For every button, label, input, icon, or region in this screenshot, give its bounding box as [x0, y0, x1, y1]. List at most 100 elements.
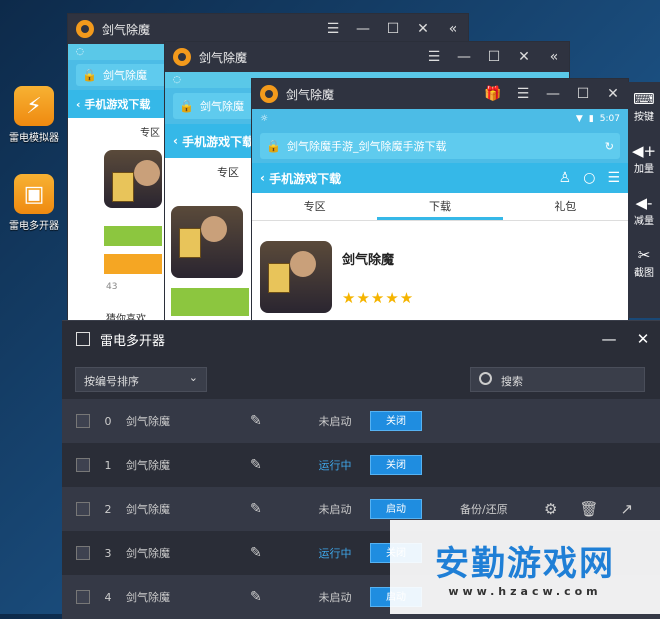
sidebar-item-label: 按键: [634, 112, 654, 123]
search-icon[interactable]: ○: [583, 170, 595, 186]
emulator-window-3[interactable]: 剑气除魔 🎁 ☰ — ☐ ✕ ☼ ▼ ▮ 5:07 🔒 剑气除魔手游_剑气除魔手游下载 ↻ ‹ 手…: [251, 78, 629, 322]
minimize-icon[interactable]: —: [592, 330, 626, 348]
row-checkbox[interactable]: [76, 502, 90, 516]
tab-zone[interactable]: 专区: [252, 193, 377, 220]
address-text[interactable]: 剑气除魔: [200, 98, 244, 114]
minimize-icon[interactable]: —: [449, 49, 479, 65]
action-bar-orange[interactable]: [104, 254, 162, 274]
game-cover[interactable]: [104, 150, 162, 208]
collapse-icon[interactable]: «: [539, 49, 569, 65]
panel-title: 雷电多开器: [100, 333, 166, 349]
back-icon[interactable]: ‹: [260, 171, 269, 185]
user-icon[interactable]: ♙: [559, 170, 572, 186]
collapse-icon[interactable]: «: [438, 21, 468, 37]
window-title: 剑气除魔: [102, 22, 151, 37]
minimize-icon[interactable]: —: [348, 21, 378, 37]
wifi-icon: ▼: [575, 114, 583, 124]
watermark-title: 安勤游戏网: [435, 544, 615, 584]
edit-icon[interactable]: ✎: [250, 413, 300, 429]
gift-icon[interactable]: 🎁: [478, 86, 508, 102]
game-name: 剑气除魔: [342, 253, 395, 268]
delete-icon[interactable]: 🗑: [579, 500, 598, 518]
clock: 5:07: [599, 114, 620, 124]
tab-download[interactable]: 下载: [377, 193, 503, 220]
maximize-icon[interactable]: ☐: [378, 21, 408, 37]
sidebar-item-screenshot[interactable]: ✂ 截图: [628, 238, 660, 290]
menu-icon[interactable]: ☰: [419, 49, 449, 65]
edit-icon[interactable]: ✎: [250, 589, 300, 605]
app-logo-icon: [173, 48, 191, 66]
ld-emulator-icon: ⚡: [14, 86, 54, 126]
maximize-icon[interactable]: ☐: [568, 86, 598, 102]
tab-gift[interactable]: 礼包: [503, 193, 628, 220]
shortcut-icon[interactable]: ↗: [621, 500, 634, 518]
rating-stars: ★★★★★: [342, 289, 415, 307]
game-cover[interactable]: [260, 241, 332, 313]
desktop-icon-ld-multi[interactable]: ▣ 雷电多开器: [4, 174, 64, 232]
toggle-button[interactable]: 启动: [370, 499, 422, 519]
instance-index: 0: [104, 414, 112, 428]
instance-name: 剑气除魔: [126, 503, 170, 516]
scissors-icon: ✂: [637, 246, 651, 264]
row-checkbox[interactable]: [76, 458, 90, 472]
instance-status: 运行中: [318, 459, 352, 472]
sort-label: 按编号排序: [84, 375, 139, 388]
instance-name: 剑气除魔: [126, 547, 170, 560]
instance-status: 未启动: [318, 415, 352, 428]
back-icon[interactable]: ‹: [173, 134, 182, 148]
refresh-icon[interactable]: ↻: [605, 140, 614, 153]
edit-icon[interactable]: ✎: [250, 545, 300, 561]
volume-down-icon: ◀-: [635, 194, 653, 212]
edit-icon[interactable]: ✎: [250, 457, 300, 473]
toggle-button[interactable]: 关闭: [370, 455, 422, 475]
chevron-down-icon: ⌄: [188, 371, 198, 384]
close-icon[interactable]: ✕: [626, 330, 660, 348]
sidebar-item-label: 加量: [634, 164, 654, 175]
edit-icon[interactable]: ✎: [250, 501, 300, 517]
sidebar-item-volume-down[interactable]: ◀- 减量: [628, 186, 660, 238]
keyboard-icon: ⌨: [633, 90, 655, 108]
add-instance-icon[interactable]: [76, 332, 90, 346]
row-checkbox[interactable]: [76, 546, 90, 560]
ld-multi-icon: ▣: [14, 174, 54, 214]
app-logo-icon: [260, 85, 278, 103]
desktop-icon-ld-emulator[interactable]: ⚡ 雷电模拟器: [4, 86, 64, 144]
battery-icon: ▮: [588, 114, 594, 124]
row-checkbox[interactable]: [76, 590, 90, 604]
like-count: 43: [106, 282, 118, 292]
menu-icon[interactable]: ☰: [318, 21, 348, 37]
action-bar-green[interactable]: [104, 226, 162, 246]
instance-name: 剑气除魔: [126, 591, 170, 604]
list-icon[interactable]: ☰: [607, 170, 620, 186]
instance-status: 运行中: [318, 547, 352, 560]
sidebar-item-keymap[interactable]: ⌨ 按键: [628, 82, 660, 134]
backup-restore-link[interactable]: 备份/还原: [460, 501, 520, 517]
close-icon[interactable]: ✕: [408, 21, 438, 37]
row-checkbox[interactable]: [76, 414, 90, 428]
action-bar-green[interactable]: [171, 288, 249, 316]
instance-index: 1: [104, 458, 112, 472]
emulator-sidebar: ⌨ 按键 ◀+ 加量 ◀- 减量 ✂ 截图: [628, 82, 660, 318]
address-input[interactable]: 剑气除魔手游_剑气除魔手游下载: [287, 138, 447, 154]
search-input[interactable]: 搜索: [470, 367, 645, 392]
watermark-url: www.hzacw.com: [448, 585, 602, 598]
settings-icon[interactable]: ⚙: [544, 500, 557, 518]
close-icon[interactable]: ✕: [509, 49, 539, 65]
menu-icon[interactable]: ☰: [508, 86, 538, 102]
app-logo-icon: [76, 20, 94, 38]
back-icon[interactable]: ‹: [76, 98, 84, 111]
maximize-icon[interactable]: ☐: [479, 49, 509, 65]
address-text[interactable]: 剑气除魔: [103, 67, 147, 83]
brightness-icon: ☼: [260, 114, 269, 124]
window-title: 剑气除魔: [286, 87, 335, 102]
sidebar-item-volume-up[interactable]: ◀+ 加量: [628, 134, 660, 186]
lock-icon: 🔒: [82, 68, 97, 82]
minimize-icon[interactable]: —: [538, 86, 568, 102]
sort-select[interactable]: 按编号排序 ⌄: [75, 367, 207, 392]
game-cover[interactable]: [171, 206, 243, 278]
lock-icon: 🔒: [266, 139, 281, 153]
toggle-button[interactable]: 关闭: [370, 411, 422, 431]
close-icon[interactable]: ✕: [598, 86, 628, 102]
desktop-icon-label: 雷电多开器: [9, 221, 59, 232]
sidebar-item-label: 减量: [634, 216, 654, 227]
